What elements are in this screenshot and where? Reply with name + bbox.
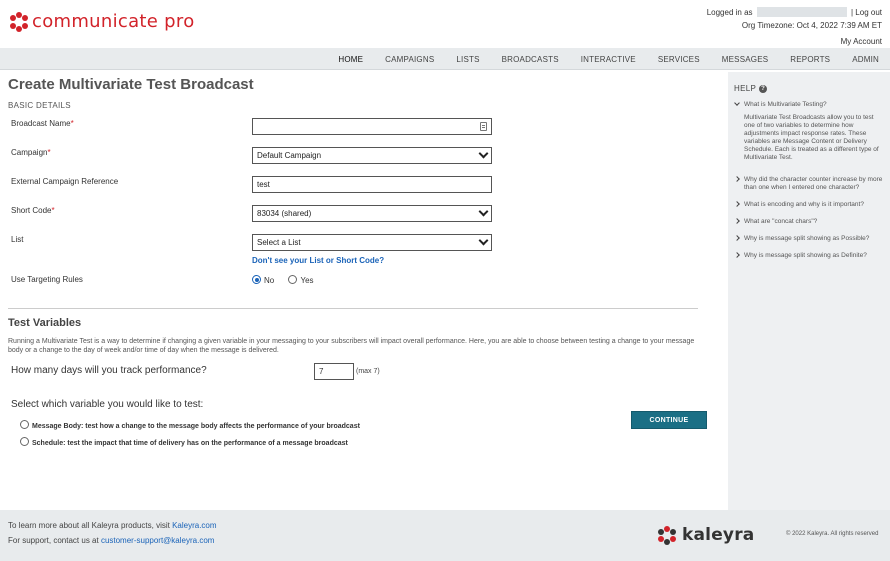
days-label: How many days will you track performance… — [11, 365, 207, 376]
copyright: © 2022 Kaleyra. All rights reserved — [786, 531, 879, 537]
chevron-down-icon — [478, 206, 489, 217]
communicate-pro-logo[interactable]: communicate pro — [9, 11, 195, 32]
help-answer-multivariate: Multivariate Test Broadcasts allow you t… — [744, 114, 879, 161]
help-item-encoding[interactable]: What is encoding and why is it important… — [734, 201, 884, 209]
nav-reports[interactable]: REPORTS — [779, 55, 841, 64]
nav-broadcasts[interactable]: BROADCASTS — [491, 55, 570, 64]
schedule-option[interactable]: Schedule: test the impact that time of d… — [20, 437, 348, 447]
nav-admin[interactable]: ADMIN — [841, 55, 890, 64]
days-input[interactable]: 7 — [314, 363, 354, 380]
chevron-down-icon — [734, 100, 740, 106]
help-item-multivariate[interactable]: What is Multivariate Testing? — [734, 100, 884, 109]
help-item-split-definite[interactable]: Why is message split showing as Definite… — [734, 252, 884, 260]
targeting-options: No Yes — [252, 275, 314, 285]
logo-mark-icon — [9, 11, 29, 32]
logo-text: communicate pro — [32, 11, 195, 32]
nav-campaigns[interactable]: CAMPAIGNS — [374, 55, 445, 64]
chevron-right-icon — [734, 201, 740, 207]
short-code-label: Short Code* — [11, 206, 55, 215]
logged-in-label: Logged in as — [706, 8, 753, 17]
footer-text: To learn more about all Kaleyra products… — [8, 521, 217, 545]
my-account-link[interactable]: My Account — [707, 35, 882, 48]
radio-no[interactable] — [252, 275, 261, 284]
footer: To learn more about all Kaleyra products… — [0, 510, 890, 561]
chevron-right-icon — [734, 252, 740, 258]
question-icon: ? — [759, 84, 768, 93]
help-item-split-possible[interactable]: Why is message split showing as Possible… — [734, 235, 884, 243]
page-title: Create Multivariate Test Broadcast — [8, 76, 254, 93]
external-ref-input[interactable]: test — [252, 176, 492, 193]
nav-services[interactable]: SERVICES — [647, 55, 711, 64]
field-list-icon — [480, 122, 487, 131]
select-variable-label: Select which variable you would like to … — [11, 399, 204, 410]
help-item-concat-chars[interactable]: What are "concat chars"? — [734, 218, 884, 226]
nav-messages[interactable]: MESSAGES — [711, 55, 780, 64]
help-title: HELP? — [734, 84, 884, 93]
radio-schedule[interactable] — [20, 437, 29, 446]
broadcast-name-input[interactable] — [252, 118, 492, 135]
message-body-option[interactable]: Message Body: test how a change to the m… — [20, 420, 360, 430]
broadcast-name-label: Broadcast Name* — [11, 119, 74, 128]
test-variables-description: Running a Multivariate Test is a way to … — [8, 338, 695, 354]
nav-home[interactable]: HOME — [327, 55, 374, 64]
masked-username — [756, 7, 847, 17]
targeting-no-option[interactable]: No — [252, 275, 274, 285]
main-nav: HOME CAMPAIGNS LISTS BROADCASTS INTERACT… — [0, 48, 890, 70]
kaleyra-site-link[interactable]: Kaleyra.com — [172, 521, 216, 530]
main-content: Create Multivariate Test Broadcast BASIC… — [8, 72, 698, 447]
user-info: Logged in as | Log out Org Timezone: Oct… — [707, 6, 882, 48]
section-divider — [8, 308, 698, 309]
test-variables-heading: Test Variables — [8, 317, 82, 329]
external-ref-label: External Campaign Reference — [11, 177, 119, 186]
chevron-down-icon — [478, 235, 489, 246]
logout-link[interactable]: | Log out — [851, 8, 882, 17]
nav-interactive[interactable]: INTERACTIVE — [570, 55, 647, 64]
kaleyra-logo: kaleyra — [658, 525, 754, 545]
campaign-select[interactable]: Default Campaign — [252, 147, 492, 164]
basic-details-heading: BASIC DETAILS — [8, 101, 71, 110]
targeting-yes-option[interactable]: Yes — [288, 275, 314, 285]
chevron-down-icon — [478, 148, 489, 159]
campaign-label: Campaign* — [11, 148, 51, 157]
kaleyra-mark-icon — [658, 526, 676, 545]
chevron-right-icon — [734, 235, 740, 241]
help-sidebar: HELP? What is Multivariate Testing? Mult… — [728, 72, 890, 510]
help-item-character-counter[interactable]: Why did the character counter increase b… — [734, 176, 884, 192]
list-select[interactable]: Select a List — [252, 234, 492, 251]
targeting-label: Use Targeting Rules — [11, 275, 83, 284]
nav-lists[interactable]: LISTS — [445, 55, 490, 64]
support-email-link[interactable]: customer-support@kaleyra.com — [101, 536, 215, 545]
org-timezone: Org Timezone: Oct 4, 2022 7:39 AM ET — [741, 21, 882, 30]
missing-list-link[interactable]: Don't see your List or Short Code? — [252, 256, 384, 265]
days-max-note: (max 7) — [356, 368, 380, 375]
short-code-select[interactable]: 83034 (shared) — [252, 205, 492, 222]
chevron-right-icon — [734, 176, 740, 182]
chevron-right-icon — [734, 218, 740, 224]
continue-button[interactable]: CONTINUE — [631, 411, 707, 429]
list-label: List — [11, 235, 24, 244]
radio-message-body[interactable] — [20, 420, 29, 429]
header: communicate pro Logged in as | Log out O… — [0, 0, 890, 48]
radio-yes[interactable] — [288, 275, 298, 284]
